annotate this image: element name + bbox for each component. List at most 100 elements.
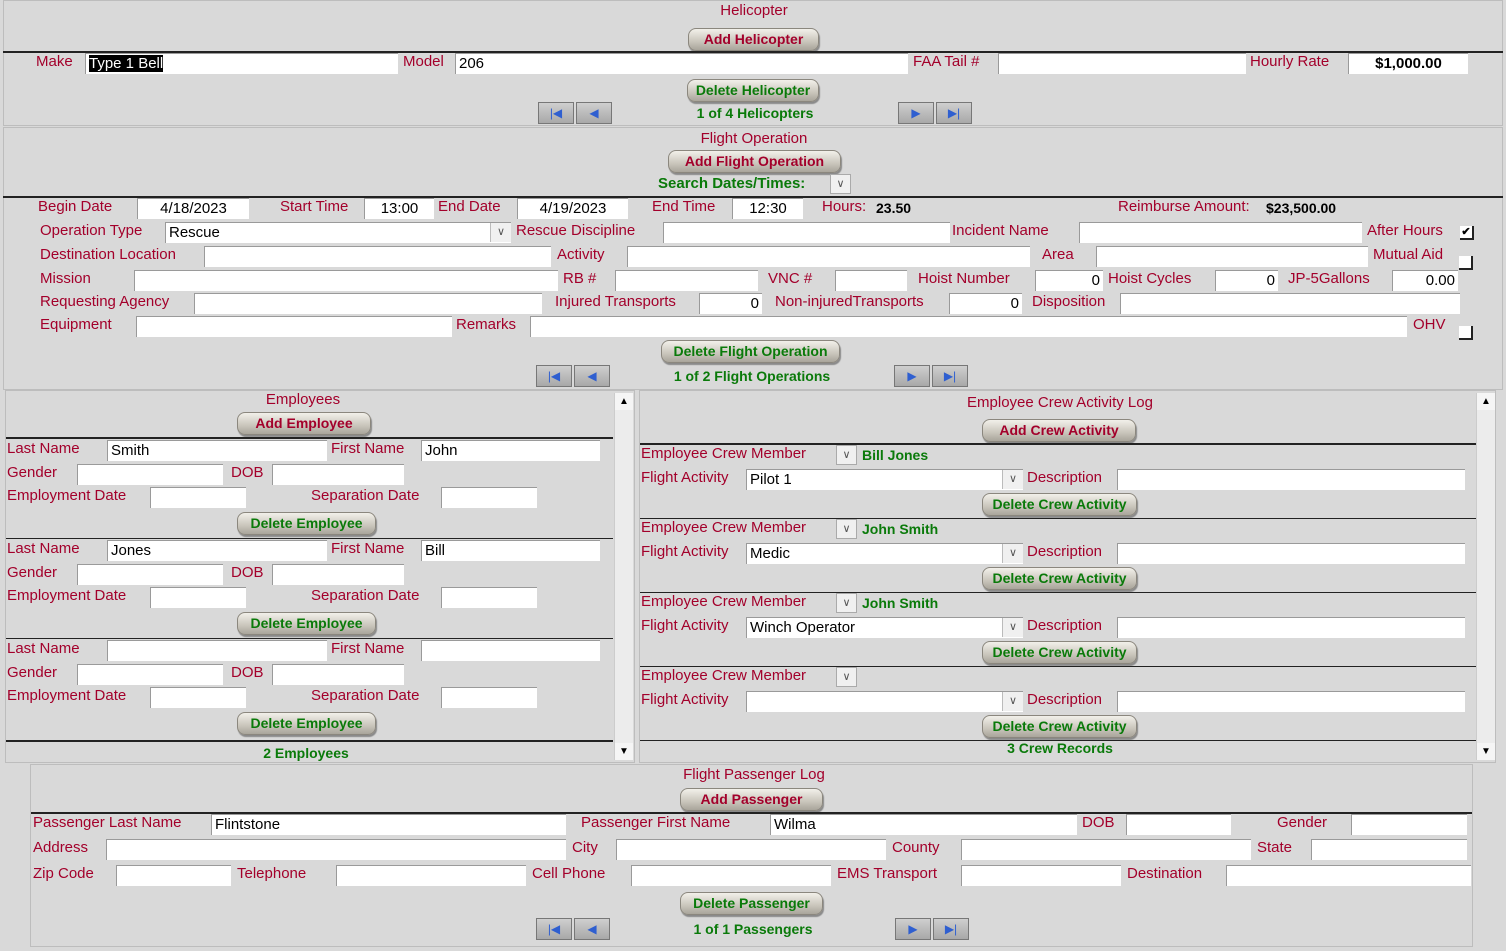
crew-member-dropdown[interactable]: ∨ bbox=[836, 667, 857, 687]
hourly-rate-field[interactable]: $1,000.00 bbox=[1348, 53, 1468, 74]
passenger-first-name-field[interactable]: Wilma bbox=[770, 814, 1077, 835]
last-record-icon[interactable]: ▶| bbox=[932, 365, 968, 387]
after-hours-checkbox[interactable]: ✔ bbox=[1460, 226, 1474, 240]
chevron-down-icon[interactable]: ∨ bbox=[1002, 692, 1023, 711]
first-record-icon[interactable]: |◀ bbox=[538, 102, 574, 124]
zip-code-field[interactable] bbox=[116, 865, 231, 886]
cell-phone-field[interactable] bbox=[631, 865, 831, 886]
make-field[interactable]: Type 1 Bell bbox=[85, 53, 398, 74]
description-field[interactable] bbox=[1117, 617, 1465, 638]
city-field[interactable] bbox=[616, 839, 886, 860]
model-field[interactable]: 206 bbox=[455, 53, 908, 74]
delete-flight-operation-button[interactable]: Delete Flight Operation bbox=[661, 340, 840, 363]
search-dates-dropdown[interactable]: ∨ bbox=[830, 174, 851, 194]
delete-employee-button[interactable]: Delete Employee bbox=[237, 712, 376, 735]
delete-employee-button[interactable]: Delete Employee bbox=[237, 512, 376, 535]
crew-member-dropdown[interactable]: ∨ bbox=[836, 593, 857, 613]
begin-date-field[interactable]: 4/18/2023 bbox=[137, 198, 249, 219]
mutual-aid-checkbox[interactable] bbox=[1459, 256, 1473, 270]
add-crew-activity-button[interactable]: Add Crew Activity bbox=[982, 419, 1136, 442]
separation-date-field[interactable] bbox=[441, 687, 537, 708]
start-time-field[interactable]: 13:00 bbox=[364, 198, 434, 219]
ems-transport-field[interactable] bbox=[961, 865, 1121, 886]
gender-field[interactable] bbox=[77, 664, 223, 685]
passenger-last-name-field[interactable]: Flintstone bbox=[211, 814, 566, 835]
first-record-icon[interactable]: |◀ bbox=[536, 918, 572, 940]
requesting-agency-field[interactable] bbox=[194, 293, 542, 314]
add-helicopter-button[interactable]: Add Helicopter bbox=[688, 28, 819, 51]
chevron-down-icon[interactable]: ∨ bbox=[1002, 618, 1023, 637]
crew-scrollbar[interactable]: ▲ ▼ bbox=[1476, 393, 1495, 760]
first-name-field[interactable]: John bbox=[421, 440, 600, 461]
separation-date-field[interactable] bbox=[441, 587, 537, 608]
jp5-gallons-field[interactable]: 0.00 bbox=[1392, 270, 1458, 291]
area-field[interactable] bbox=[1096, 246, 1368, 267]
gender-field[interactable] bbox=[77, 564, 223, 585]
employees-scrollbar[interactable]: ▲ ▼ bbox=[614, 393, 633, 760]
operation-type-combo[interactable]: Rescue ∨ bbox=[165, 222, 511, 243]
destination-field[interactable] bbox=[1226, 865, 1471, 886]
gender-field[interactable] bbox=[77, 464, 223, 485]
first-name-field[interactable] bbox=[421, 640, 600, 661]
flight-activity-combo[interactable]: Winch Operator ∨ bbox=[746, 617, 1023, 638]
end-date-field[interactable]: 4/19/2023 bbox=[517, 198, 628, 219]
prev-record-icon[interactable]: ◀ bbox=[574, 918, 610, 940]
description-field[interactable] bbox=[1117, 543, 1465, 564]
crew-member-dropdown[interactable]: ∨ bbox=[836, 445, 857, 465]
first-name-field[interactable]: Bill bbox=[421, 540, 600, 561]
vnc-field[interactable] bbox=[835, 270, 907, 291]
activity-field[interactable] bbox=[627, 246, 1030, 267]
add-employee-button[interactable]: Add Employee bbox=[237, 412, 371, 435]
dob-field[interactable] bbox=[272, 464, 404, 485]
noninjured-transports-field[interactable]: 0 bbox=[949, 293, 1022, 314]
ohv-checkbox[interactable] bbox=[1459, 326, 1473, 340]
dob-field[interactable] bbox=[272, 564, 404, 585]
remarks-field[interactable] bbox=[530, 316, 1407, 337]
prev-record-icon[interactable]: ◀ bbox=[574, 365, 610, 387]
last-record-icon[interactable]: ▶| bbox=[936, 102, 972, 124]
chevron-down-icon[interactable]: ∨ bbox=[1002, 470, 1023, 489]
description-field[interactable] bbox=[1117, 691, 1465, 712]
employment-date-field[interactable] bbox=[150, 487, 246, 508]
first-record-icon[interactable]: |◀ bbox=[536, 365, 572, 387]
incident-name-field[interactable] bbox=[1079, 222, 1362, 243]
passenger-gender-field[interactable] bbox=[1351, 814, 1467, 835]
dob-field[interactable] bbox=[272, 664, 404, 685]
last-name-field[interactable]: Jones bbox=[107, 540, 327, 561]
last-name-field[interactable] bbox=[107, 640, 327, 661]
delete-helicopter-button[interactable]: Delete Helicopter bbox=[687, 79, 819, 102]
passenger-dob-field[interactable] bbox=[1126, 814, 1231, 835]
end-time-field[interactable]: 12:30 bbox=[732, 198, 803, 219]
delete-employee-button[interactable]: Delete Employee bbox=[237, 612, 376, 635]
mission-field[interactable] bbox=[134, 270, 558, 291]
state-field[interactable] bbox=[1311, 839, 1467, 860]
rescue-discipline-field[interactable] bbox=[663, 222, 950, 243]
hoist-number-field[interactable]: 0 bbox=[1035, 270, 1103, 291]
last-record-icon[interactable]: ▶| bbox=[933, 918, 969, 940]
chevron-down-icon[interactable]: ∨ bbox=[490, 223, 511, 242]
last-name-field[interactable]: Smith bbox=[107, 440, 327, 461]
delete-crew-activity-button[interactable]: Delete Crew Activity bbox=[982, 493, 1137, 516]
employment-date-field[interactable] bbox=[150, 587, 246, 608]
crew-member-dropdown[interactable]: ∨ bbox=[836, 519, 857, 539]
disposition-field[interactable] bbox=[1120, 293, 1460, 314]
delete-crew-activity-button[interactable]: Delete Crew Activity bbox=[982, 715, 1137, 738]
faa-tail-field[interactable] bbox=[998, 53, 1246, 74]
next-record-icon[interactable]: ▶ bbox=[895, 918, 931, 940]
flight-activity-combo[interactable]: Medic ∨ bbox=[746, 543, 1023, 564]
destination-location-field[interactable] bbox=[204, 246, 551, 267]
rb-field[interactable] bbox=[615, 270, 758, 291]
next-record-icon[interactable]: ▶ bbox=[898, 102, 934, 124]
next-record-icon[interactable]: ▶ bbox=[894, 365, 930, 387]
county-field[interactable] bbox=[961, 839, 1251, 860]
add-passenger-button[interactable]: Add Passenger bbox=[680, 788, 823, 811]
address-field[interactable] bbox=[106, 839, 566, 860]
telephone-field[interactable] bbox=[336, 865, 526, 886]
injured-transports-field[interactable]: 0 bbox=[699, 293, 762, 314]
employment-date-field[interactable] bbox=[150, 687, 246, 708]
hoist-cycles-field[interactable]: 0 bbox=[1215, 270, 1278, 291]
delete-passenger-button[interactable]: Delete Passenger bbox=[680, 892, 823, 915]
prev-record-icon[interactable]: ◀ bbox=[576, 102, 612, 124]
chevron-down-icon[interactable]: ∨ bbox=[1002, 544, 1023, 563]
delete-crew-activity-button[interactable]: Delete Crew Activity bbox=[982, 641, 1137, 664]
